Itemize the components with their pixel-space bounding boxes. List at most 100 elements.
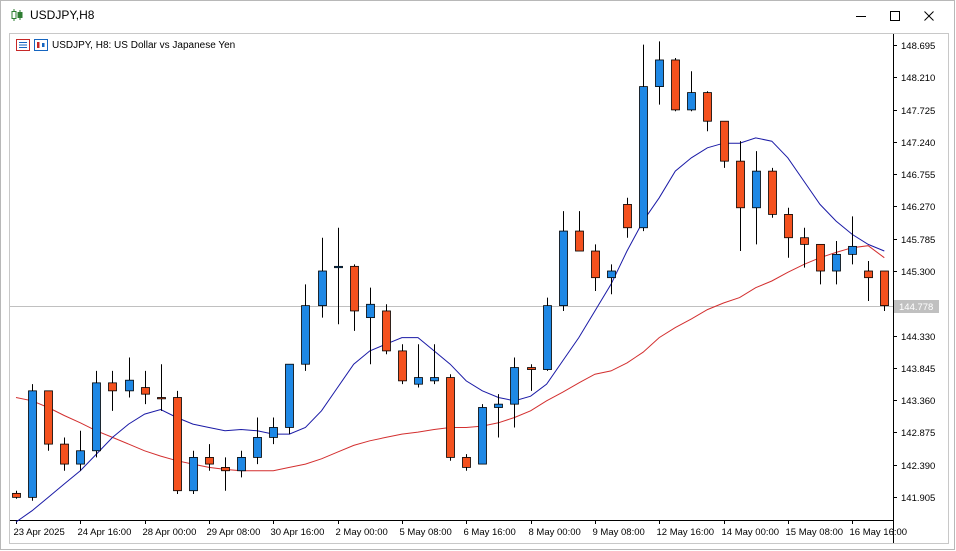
chart-header: USDJPY, H8: US Dollar vs Japanese Yen	[16, 38, 235, 52]
bearish-candle	[880, 270, 889, 307]
bullish-candle	[543, 305, 552, 370]
chart-window: USDJPY,H8 148.695 148.210 147.725 147.240 14…	[0, 0, 955, 550]
price-tick-label: 142.390	[901, 461, 935, 472]
bearish-candle	[720, 120, 729, 162]
bearish-candle	[784, 214, 793, 239]
bullish-candle	[253, 437, 262, 458]
bullish-candle	[285, 363, 294, 428]
title-bar[interactable]: USDJPY,H8	[1, 1, 954, 31]
bullish-candle	[366, 303, 375, 319]
bearish-candle	[44, 390, 53, 445]
time-tick-label: 12 May 16:00	[657, 527, 715, 538]
bullish-candle	[125, 379, 134, 392]
objects-list-icon[interactable]	[16, 39, 30, 51]
bullish-candle	[607, 270, 616, 279]
bullish-candle	[189, 457, 198, 492]
bearish-candle	[800, 237, 809, 245]
bearish-candle	[60, 443, 69, 465]
maximize-button[interactable]	[878, 1, 912, 31]
price-tick-label: 145.785	[901, 235, 935, 246]
bullish-candle	[494, 403, 503, 408]
bullish-candle	[832, 253, 841, 272]
bearish-candle	[623, 204, 632, 229]
bearish-candle	[221, 467, 230, 472]
chart-area[interactable]: 148.695 148.210 147.725 147.240 146.755 146.2…	[9, 33, 949, 544]
bullish-candle	[76, 450, 85, 465]
time-tick-label: 5 May 08:00	[400, 527, 452, 538]
bearish-candle	[205, 457, 214, 465]
price-tick-label: 145.300	[901, 267, 935, 278]
bullish-candle	[559, 230, 568, 307]
current-price-label: 144.778	[899, 302, 933, 313]
bullish-candle	[237, 457, 246, 472]
minimize-button[interactable]	[844, 1, 878, 31]
time-tick-label: 29 Apr 08:00	[207, 527, 261, 538]
time-tick-label: 6 May 16:00	[464, 527, 516, 538]
time-tick-label: 23 Apr 2025	[14, 527, 65, 538]
bearish-candle	[703, 92, 712, 122]
bullish-candle	[752, 170, 761, 209]
bearish-candle	[398, 350, 407, 382]
price-tick-label: 144.330	[901, 332, 935, 343]
bearish-candle	[350, 265, 359, 312]
bullish-candle	[430, 377, 439, 382]
price-tick-label: 143.845	[901, 364, 935, 375]
time-tick-label: 9 May 08:00	[593, 527, 645, 538]
price-tick-label: 147.725	[901, 106, 935, 117]
candlestick-chart-icon	[11, 9, 23, 21]
bearish-candle	[864, 270, 873, 279]
time-tick-label: 24 Apr 16:00	[78, 527, 132, 538]
time-tick-label: 16 May 16:00	[850, 527, 908, 538]
price-tick-label: 147.240	[901, 138, 935, 149]
price-tick-label: 141.905	[901, 493, 935, 504]
bearish-candle	[108, 382, 117, 392]
bearish-candle	[527, 367, 536, 370]
time-tick-label: 28 Apr 00:00	[143, 527, 197, 538]
close-icon	[924, 11, 934, 21]
bullish-candle	[510, 367, 519, 405]
price-tick-label: 143.360	[901, 396, 935, 407]
time-tick-label: 15 May 08:00	[786, 527, 844, 538]
bearish-candle	[575, 230, 584, 252]
time-tick-label: 14 May 00:00	[722, 527, 780, 538]
time-tick-label: 2 May 00:00	[336, 527, 388, 538]
bullish-candle	[687, 92, 696, 111]
bullish-candle	[848, 245, 857, 255]
bullish-candle	[478, 407, 487, 465]
bullish-candle	[655, 59, 664, 87]
bearish-candle	[591, 250, 600, 279]
minimize-icon	[856, 16, 866, 17]
bearish-candle	[671, 59, 680, 111]
price-tick-label: 146.270	[901, 202, 935, 213]
bullish-candle	[414, 377, 423, 385]
price-tick-label: 148.210	[901, 73, 935, 84]
bullish-candle	[334, 265, 343, 269]
bullish-candle	[301, 305, 310, 365]
chart-properties-icon[interactable]	[34, 39, 48, 51]
bearish-candle	[382, 310, 391, 352]
price-tick-label: 146.755	[901, 170, 935, 181]
bullish-candle	[269, 427, 278, 438]
bullish-candle	[318, 270, 327, 307]
bearish-candle	[736, 160, 745, 209]
bearish-candle	[141, 387, 150, 395]
bearish-candle	[446, 377, 455, 458]
time-tick-label: 8 May 00:00	[529, 527, 581, 538]
bearish-candle	[768, 170, 777, 215]
price-chart[interactable]: 148.695 148.210 147.725 147.240 146.755 146.2…	[10, 34, 948, 543]
time-tick-label: 30 Apr 16:00	[271, 527, 325, 538]
price-tick-label: 148.695	[901, 41, 935, 52]
bearish-candle	[173, 397, 182, 492]
chart-symbol-description: USDJPY, H8: US Dollar vs Japanese Yen	[52, 39, 236, 51]
maximize-icon	[890, 11, 900, 21]
bearish-candle	[462, 457, 471, 468]
bearish-candle	[157, 397, 166, 400]
bearish-candle	[12, 492, 21, 498]
bullish-candle	[92, 382, 101, 452]
price-tick-label: 142.875	[901, 428, 935, 439]
bullish-candle	[28, 390, 37, 498]
bullish-candle	[639, 86, 648, 229]
close-button[interactable]	[912, 1, 946, 31]
bearish-candle	[816, 243, 825, 272]
window-title: USDJPY,H8	[30, 8, 95, 22]
